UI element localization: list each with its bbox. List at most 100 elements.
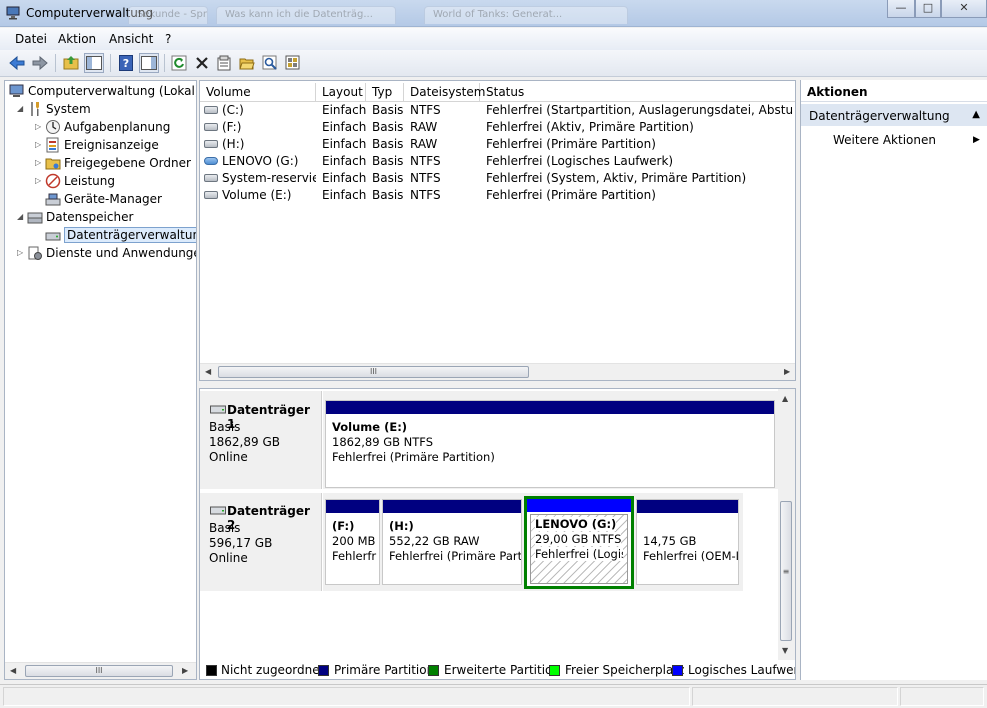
- forward-arrow-icon: [32, 55, 48, 71]
- background-tab: World of Tanks: Generat...: [424, 6, 628, 24]
- cell-text: NTFS: [410, 188, 441, 202]
- tree-item-geraete-manager[interactable]: Geräte-Manager: [45, 190, 162, 208]
- disk-size: 1862,89 GB: [209, 435, 280, 449]
- scrollbar-thumb[interactable]: III: [25, 665, 173, 677]
- cell-fs: NTFS: [410, 187, 480, 204]
- column-header-status[interactable]: Status: [480, 83, 795, 102]
- open-button[interactable]: [237, 53, 257, 73]
- partition-status: Fehlerfrei (Primäre Partition): [332, 450, 495, 464]
- expand-arrow-icon[interactable]: ▷: [17, 244, 27, 262]
- menu-datei[interactable]: Datei: [15, 32, 47, 46]
- console-tree-icon: [86, 56, 102, 70]
- status-segment: [692, 687, 898, 706]
- partition-volume-e[interactable]: Volume (E:) 1862,89 GB NTFS Fehlerfrei (…: [325, 400, 775, 488]
- event-viewer-icon: [45, 137, 61, 153]
- scroll-left-icon[interactable]: ◀: [10, 666, 16, 675]
- column-header-typ[interactable]: Typ: [366, 83, 404, 102]
- table-row[interactable]: System-reserviert Einfach Basis NTFS Fehlerf…: [200, 170, 795, 187]
- table-row[interactable]: LENOVO (G:) Einfach Basis NTFS Fehlerfrei (L…: [200, 153, 795, 170]
- scroll-up-icon[interactable]: ▲: [782, 394, 788, 403]
- tree-horizontal-scrollbar[interactable]: ◀ III ▶: [5, 662, 196, 679]
- show-hide-action-pane-button[interactable]: [139, 53, 159, 73]
- list-horizontal-scrollbar[interactable]: ◀ III ▶: [200, 363, 795, 380]
- scroll-right-icon[interactable]: ▶: [784, 367, 790, 376]
- scrollbar-thumb[interactable]: ≡: [780, 501, 792, 641]
- tree-item-dienste[interactable]: ▷ Dienste und Anwendungen: [17, 244, 196, 262]
- menu-ansicht[interactable]: Ansicht: [109, 32, 153, 46]
- minimize-button[interactable]: —: [887, 0, 915, 18]
- system-tools-icon: [27, 101, 43, 117]
- tree-item-datentraegerverwaltung[interactable]: Datenträgerverwaltung: [45, 226, 196, 244]
- table-row[interactable]: (F:) Einfach Basis RAW Fehlerfrei (Aktiv, Pr…: [200, 119, 795, 136]
- scroll-left-icon[interactable]: ◀: [205, 367, 211, 376]
- table-row[interactable]: (C:) Einfach Basis NTFS Fehlerfrei (Startpar…: [200, 102, 795, 119]
- tree-item-root[interactable]: Computerverwaltung (Lokal): [9, 82, 196, 100]
- scroll-down-icon[interactable]: ▼: [782, 646, 788, 655]
- tree-item-system[interactable]: ◢ System: [17, 100, 91, 118]
- disk-1-info[interactable]: Datenträger 1 Basis 1862,89 GB Online: [200, 391, 322, 489]
- table-row[interactable]: (H:) Einfach Basis RAW Fehlerfrei (Primäre P…: [200, 136, 795, 153]
- partition-h[interactable]: (H:) 552,22 GB RAW Fehlerfrei (Primäre P…: [382, 499, 522, 585]
- tree-item-aufgabenplanung[interactable]: ▷ Aufgabenplanung: [35, 118, 170, 136]
- menu-help[interactable]: ?: [165, 32, 171, 46]
- cell-fs: RAW: [410, 136, 480, 153]
- graph-vertical-scrollbar[interactable]: ▲ ≡ ▼: [778, 389, 795, 679]
- collapse-up-icon[interactable]: ▲: [972, 109, 980, 120]
- tree-item-ereignisanzeige[interactable]: ▷ Ereignisanzeige: [35, 136, 159, 154]
- collapse-arrow-icon[interactable]: ◢: [17, 208, 27, 226]
- actions-section-datentraegerverwaltung[interactable]: Datenträgerverwaltung ▲: [801, 104, 987, 126]
- forward-button[interactable]: [30, 53, 50, 73]
- delete-button[interactable]: [192, 53, 212, 73]
- cell-fs: NTFS: [410, 153, 480, 170]
- refresh-button[interactable]: [169, 53, 189, 73]
- cell-volume: System-reserviert: [204, 170, 316, 187]
- partition-f[interactable]: (F:) 200 MB Fehlerfr: [325, 499, 380, 585]
- drive-icon: [204, 173, 218, 182]
- expand-arrow-icon[interactable]: ▷: [35, 154, 45, 172]
- column-header-volume[interactable]: Volume: [200, 83, 316, 102]
- legend-label: Primäre Partition: [334, 663, 435, 677]
- partition-oem[interactable]: 14,75 GB Fehlerfrei (OEM-I: [636, 499, 739, 585]
- maximize-button[interactable]: □: [915, 0, 941, 18]
- cell-layout: Einfach: [322, 102, 366, 119]
- search-button[interactable]: [260, 53, 280, 73]
- expand-arrow-icon[interactable]: ▷: [35, 136, 45, 154]
- partition-lenovo-g-extended[interactable]: LENOVO (G:) 29,00 GB NTFS Fehlerfrei (Lo…: [524, 496, 634, 589]
- properties-button[interactable]: [214, 53, 234, 73]
- partition-status: Fehlerfrei (Logisc: [535, 547, 623, 561]
- drive-icon: [204, 139, 218, 148]
- scroll-right-icon[interactable]: ▶: [182, 666, 188, 675]
- disk-2-info[interactable]: Datenträger 2 Basis 596,17 GB Online: [200, 493, 322, 591]
- tree-item-datenspeicher[interactable]: ◢ Datenspeicher: [17, 208, 133, 226]
- legend-swatch-free: [549, 665, 560, 676]
- close-button[interactable]: ✕: [941, 0, 987, 18]
- cell-volume: LENOVO (G:): [204, 153, 316, 170]
- clock-icon: [45, 119, 61, 135]
- menu-aktion[interactable]: Aktion: [58, 32, 96, 46]
- collapse-arrow-icon[interactable]: ◢: [17, 100, 27, 118]
- help-book-icon: ?: [119, 55, 133, 71]
- toolbar: ?: [0, 50, 987, 77]
- cell-typ: Basis: [372, 170, 404, 187]
- show-hide-console-tree-button[interactable]: [84, 53, 104, 73]
- expand-arrow-icon[interactable]: ▷: [35, 172, 45, 190]
- table-row[interactable]: Volume (E:) Einfach Basis NTFS Fehlerfrei (P…: [200, 187, 795, 204]
- export-list-button[interactable]: [283, 53, 303, 73]
- cell-text: Einfach: [322, 171, 366, 185]
- back-button[interactable]: [7, 53, 27, 73]
- cell-volume: (C:): [204, 102, 316, 119]
- help-button[interactable]: ?: [116, 53, 136, 73]
- title-bar: Computerverwaltung Sekunde - Sprechende.…: [0, 0, 987, 27]
- scrollbar-thumb[interactable]: III: [218, 366, 529, 378]
- tree-item-leistung[interactable]: ▷ Leistung: [35, 172, 115, 190]
- cell-typ: Basis: [372, 119, 404, 136]
- cell-text: Basis: [372, 171, 404, 185]
- weitere-aktionen-link[interactable]: Weitere Aktionen: [833, 133, 936, 147]
- column-header-layout[interactable]: Layout: [316, 83, 366, 102]
- up-folder-button[interactable]: [61, 53, 81, 73]
- column-header-dateisystem[interactable]: Dateisystem: [404, 83, 485, 102]
- expand-arrow-icon[interactable]: ▷: [35, 118, 45, 136]
- shared-folder-icon: [45, 155, 61, 171]
- cell-text: Fehlerfrei (Aktiv, Primäre Partition): [486, 120, 694, 134]
- tree-item-freigegebene-ordner[interactable]: ▷ Freigegebene Ordner: [35, 154, 191, 172]
